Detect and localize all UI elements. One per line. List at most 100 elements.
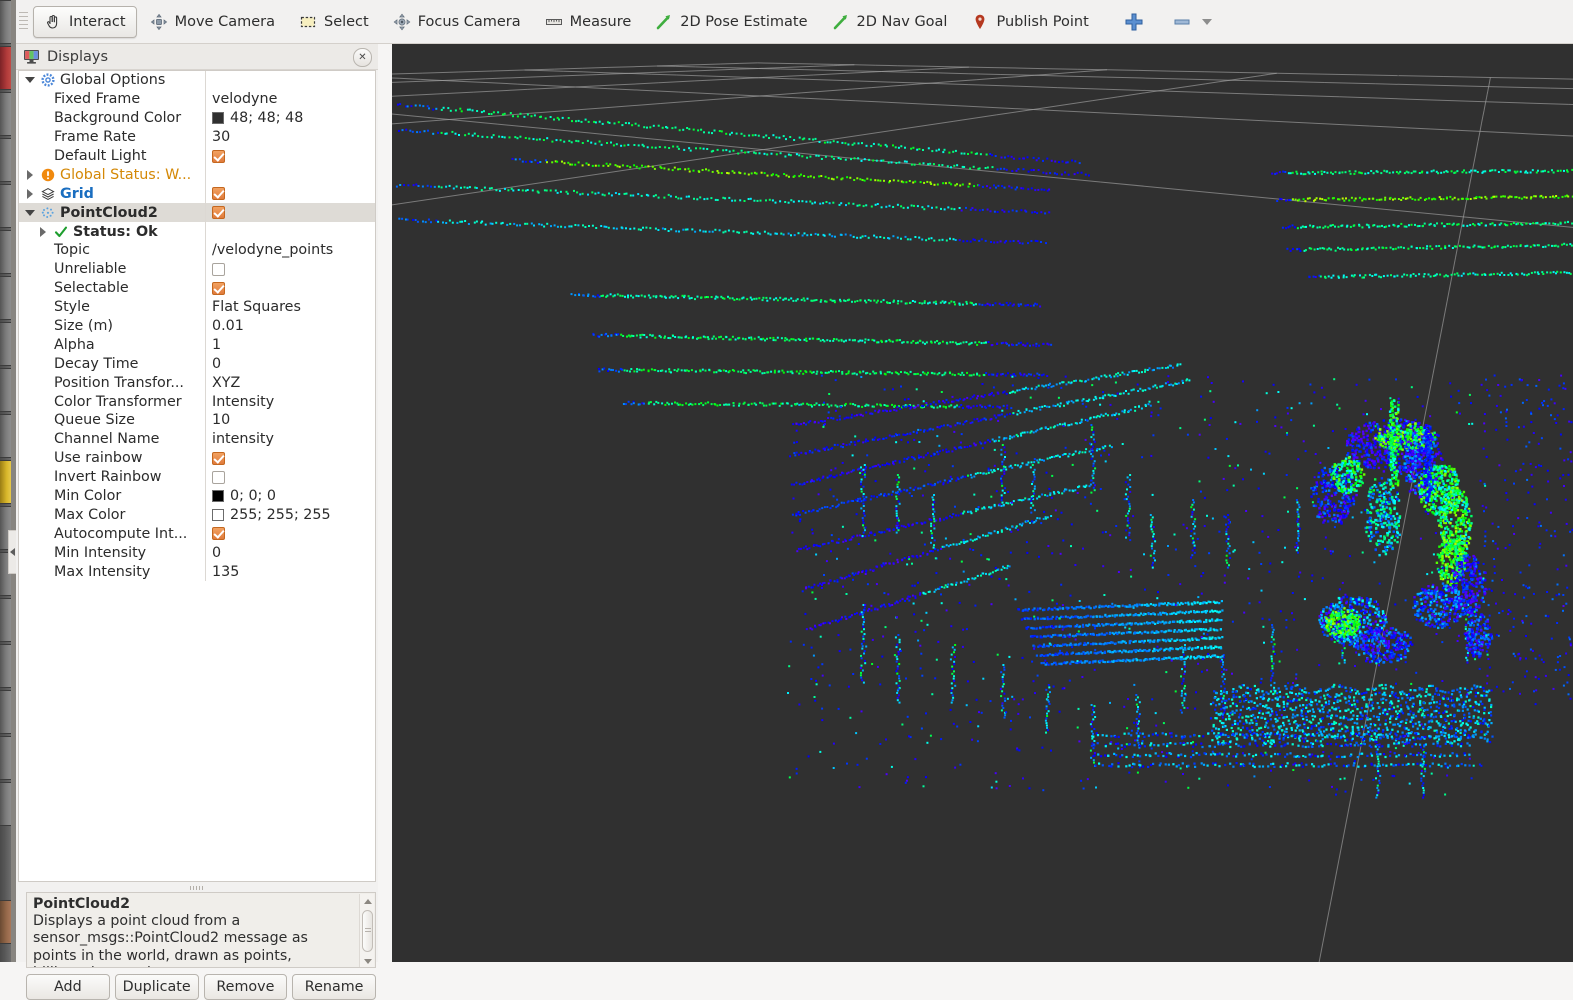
- property-row[interactable]: Selectable: [19, 279, 375, 298]
- launcher-slot[interactable]: [0, 736, 11, 780]
- twisty-expanded-icon[interactable]: [23, 210, 36, 216]
- property-row[interactable]: Size (m)0.01: [19, 317, 375, 336]
- tool-interact[interactable]: Interact: [33, 6, 137, 38]
- property-value-cell[interactable]: [205, 524, 375, 543]
- checkbox-checked[interactable]: [212, 527, 225, 540]
- property-row[interactable]: Unreliable: [19, 260, 375, 279]
- property-row[interactable]: Status: Ok: [19, 222, 375, 241]
- property-value-cell[interactable]: velodyne: [205, 90, 375, 109]
- property-row[interactable]: Global Options: [19, 71, 375, 90]
- launcher-slot[interactable]: [0, 276, 11, 320]
- launcher-slot[interactable]: [0, 414, 11, 458]
- property-row[interactable]: Invert Rainbow: [19, 468, 375, 487]
- duplicate-button[interactable]: Duplicate: [115, 974, 199, 1000]
- panel-splitter[interactable]: [18, 884, 376, 892]
- launcher-slot[interactable]: [0, 644, 11, 688]
- property-row[interactable]: Queue Size10: [19, 411, 375, 430]
- property-row[interactable]: Max Color255; 255; 255: [19, 505, 375, 524]
- color-swatch[interactable]: [212, 490, 224, 502]
- launcher-slot[interactable]: [0, 230, 11, 274]
- property-value-cell[interactable]: 48; 48; 48: [205, 109, 375, 128]
- property-value-cell[interactable]: [205, 279, 375, 298]
- property-value-cell[interactable]: 30: [205, 128, 375, 147]
- checkbox-checked[interactable]: [212, 206, 225, 219]
- launcher-slot[interactable]: [0, 138, 11, 182]
- property-value-cell[interactable]: /velodyne_points: [205, 241, 375, 260]
- property-row[interactable]: StyleFlat Squares: [19, 298, 375, 317]
- remove-button[interactable]: Remove: [204, 974, 288, 1000]
- launcher-slot[interactable]: [0, 184, 11, 228]
- property-value-cell[interactable]: intensity: [205, 430, 375, 449]
- displays-property-tree[interactable]: Global OptionsFixed FramevelodyneBackgro…: [18, 70, 376, 882]
- property-value-cell[interactable]: XYZ: [205, 373, 375, 392]
- property-value-cell[interactable]: [205, 71, 375, 90]
- checkbox-checked[interactable]: [212, 187, 225, 200]
- checkbox-unchecked[interactable]: [212, 263, 225, 276]
- property-value-cell[interactable]: 0: [205, 354, 375, 373]
- property-row[interactable]: Fixed Framevelodyne: [19, 90, 375, 109]
- property-value-cell[interactable]: 255; 255; 255: [205, 505, 375, 524]
- property-row[interactable]: Min Intensity0: [19, 543, 375, 562]
- property-row[interactable]: Channel Nameintensity: [19, 430, 375, 449]
- toolbar-drag-handle[interactable]: [19, 12, 28, 32]
- twisty-expanded-icon[interactable]: [23, 77, 36, 83]
- launcher-slot[interactable]: [0, 322, 11, 366]
- property-row[interactable]: Decay Time0: [19, 354, 375, 373]
- launcher-slot[interactable]: [0, 598, 11, 642]
- checkbox-checked[interactable]: [212, 452, 225, 465]
- launcher-slot[interactable]: [0, 460, 11, 504]
- property-value-cell[interactable]: 0.01: [205, 317, 375, 336]
- property-value-cell[interactable]: 1: [205, 335, 375, 354]
- property-row[interactable]: Position Transfor...XYZ: [19, 373, 375, 392]
- property-value-cell[interactable]: [205, 449, 375, 468]
- twisty-collapsed-icon[interactable]: [23, 189, 36, 199]
- property-value-cell[interactable]: [205, 468, 375, 487]
- launcher-slot[interactable]: [0, 900, 11, 944]
- property-row[interactable]: Default Light: [19, 147, 375, 166]
- twisty-collapsed-icon[interactable]: [36, 227, 49, 237]
- launcher-slot[interactable]: [0, 0, 11, 44]
- property-row[interactable]: Min Color0; 0; 0: [19, 487, 375, 506]
- tool-measure[interactable]: Measure: [534, 6, 643, 38]
- launcher-slot[interactable]: [0, 368, 11, 412]
- tool-2d-nav-goal[interactable]: 2D Nav Goal: [821, 6, 959, 38]
- property-row[interactable]: Autocompute Int...: [19, 524, 375, 543]
- panel-collapse-handle[interactable]: [8, 530, 16, 574]
- property-value-cell[interactable]: Intensity: [205, 392, 375, 411]
- property-row[interactable]: Global Status: W...: [19, 165, 375, 184]
- property-row[interactable]: Color TransformerIntensity: [19, 392, 375, 411]
- minus-icon[interactable]: [1172, 12, 1192, 32]
- property-row[interactable]: Max Intensity135: [19, 562, 375, 581]
- description-scrollbar[interactable]: [359, 894, 374, 968]
- property-row[interactable]: Topic/velodyne_points: [19, 241, 375, 260]
- property-value-cell[interactable]: 10: [205, 411, 375, 430]
- property-value-cell[interactable]: [205, 147, 375, 166]
- property-row[interactable]: Background Color48; 48; 48: [19, 109, 375, 128]
- property-row[interactable]: PointCloud2: [19, 203, 375, 222]
- rename-button[interactable]: Rename: [292, 974, 376, 1000]
- launcher-slot[interactable]: [0, 92, 11, 136]
- property-value-cell[interactable]: [205, 203, 375, 222]
- checkbox-checked[interactable]: [212, 150, 225, 163]
- launcher-slot[interactable]: [0, 690, 11, 734]
- property-row[interactable]: Grid: [19, 184, 375, 203]
- property-row[interactable]: Frame Rate30: [19, 128, 375, 147]
- tool-focus-camera[interactable]: Focus Camera: [382, 6, 532, 38]
- checkbox-unchecked[interactable]: [212, 471, 225, 484]
- property-value-cell[interactable]: 0: [205, 543, 375, 562]
- checkbox-checked[interactable]: [212, 282, 225, 295]
- property-value-cell[interactable]: [205, 184, 375, 203]
- tool-select[interactable]: Select: [288, 6, 380, 38]
- scroll-down-icon[interactable]: [360, 954, 375, 968]
- property-row[interactable]: Use rainbow: [19, 449, 375, 468]
- tool-2d-pose-estimate[interactable]: 2D Pose Estimate: [644, 6, 818, 38]
- scroll-up-icon[interactable]: [360, 894, 375, 908]
- property-value-cell[interactable]: [205, 260, 375, 279]
- scrollbar-thumb[interactable]: [362, 910, 373, 952]
- plus-icon[interactable]: [1124, 12, 1144, 32]
- property-row[interactable]: Alpha1: [19, 335, 375, 354]
- property-value-cell[interactable]: 0; 0; 0: [205, 487, 375, 506]
- chevron-down-icon[interactable]: [1202, 19, 1212, 25]
- color-swatch[interactable]: [212, 509, 224, 521]
- render-view-3d[interactable]: [392, 44, 1573, 962]
